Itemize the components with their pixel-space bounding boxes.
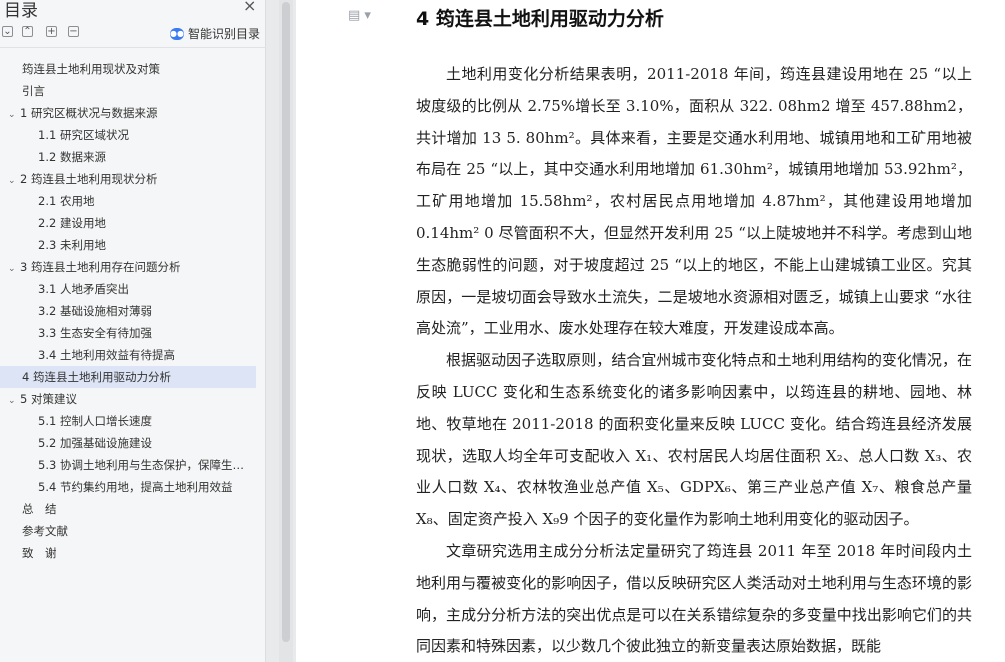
- scrollbar-thumb[interactable]: [282, 2, 290, 642]
- toc-item-label: 2.2 建设用地: [38, 216, 106, 230]
- toc-item[interactable]: 5.3 协调土地利用与生态保护，保障生态安全: [0, 454, 256, 476]
- collapse-all-icon[interactable]: ⌄: [2, 26, 13, 37]
- chevron-down-icon[interactable]: ⌄: [8, 258, 20, 278]
- toc-item[interactable]: 5.4 节约集约用地，提高土地利用效益: [0, 476, 256, 498]
- toc-item[interactable]: 3.4 土地利用效益有待提高: [0, 344, 256, 366]
- toc-item-label: 2 筠连县土地利用现状分析: [20, 172, 158, 186]
- smart-toc-button[interactable]: ●● 智能识别目录: [170, 25, 260, 42]
- chevron-down-icon[interactable]: ⌄: [8, 390, 20, 410]
- toc-sidebar: 目录 × ⌄ ⌃ + − ●● 智能识别目录 筠连县土地利用现状及对策 引言 ⌄ 1 …: [0, 0, 266, 662]
- paragraph: 文章研究选用主成分分析法定量研究了筠连县 2011 年至 2018 年时间段内土…: [416, 541, 972, 656]
- expand-all-icon[interactable]: ⌃: [22, 26, 33, 37]
- toc-item[interactable]: 3.2 基础设施相对薄弱: [0, 300, 256, 322]
- toc-item-label: 3.2 基础设施相对薄弱: [38, 304, 152, 318]
- toc-item-label: 1.2 数据来源: [38, 150, 106, 164]
- toc-item[interactable]: 致 谢: [0, 542, 256, 564]
- toc-toolbar: ⌄ ⌃ + − ●● 智能识别目录: [0, 24, 266, 44]
- toc-item[interactable]: 筠连县土地利用现状及对策: [0, 58, 256, 80]
- toc-item[interactable]: 1.2 数据来源: [0, 146, 256, 168]
- toc-item-label: 2.3 未利用地: [38, 238, 106, 252]
- toc-item[interactable]: 引言: [0, 80, 256, 102]
- toc-item-label: 5.3 协调土地利用与生态保护，保障生态安全: [38, 458, 256, 472]
- toc-item-label: 总 结: [22, 502, 57, 516]
- close-icon[interactable]: ×: [243, 0, 256, 15]
- toc-item-label: 致 谢: [22, 546, 57, 560]
- toc-item-label: 5.1 控制人口增长速度: [38, 414, 152, 428]
- toc-item-label: 3.4 土地利用效益有待提高: [38, 348, 175, 362]
- section-heading: 4 筠连县土地利用驱动力分析: [416, 8, 664, 30]
- toc-item-label: 1.1 研究区域状况: [38, 128, 129, 142]
- smart-toc-label: 智能识别目录: [188, 27, 261, 41]
- toc-item-label: 参考文献: [22, 524, 68, 538]
- toc-item-label: 1 研究区概状况与数据来源: [20, 106, 158, 120]
- toc-item[interactable]: 2.3 未利用地: [0, 234, 256, 256]
- toc-item[interactable]: 1.1 研究区域状况: [0, 124, 256, 146]
- paragraph: 根据驱动因子选取原则，结合宜州城市变化特点和土地利用结构的变化情况，在反映 LU…: [416, 351, 972, 529]
- toc-item[interactable]: 5.1 控制人口增长速度: [0, 410, 256, 432]
- toc-item[interactable]: 2.2 建设用地: [0, 212, 256, 234]
- divider: [0, 47, 266, 48]
- toc-item-label: 筠连县土地利用现状及对策: [22, 62, 160, 76]
- toc-item[interactable]: ⌄ 3 筠连县土地利用存在问题分析: [0, 256, 256, 278]
- toc-item-label: 3.1 人地矛盾突出: [38, 282, 129, 296]
- ai-icon: ●●: [170, 27, 184, 40]
- toc-item[interactable]: ⌄ 2 筠连县土地利用现状分析: [0, 168, 256, 190]
- toc-item-label: 4 筠连县土地利用驱动力分析: [22, 370, 171, 384]
- toc-item-label: 5.4 节约集约用地，提高土地利用效益: [38, 480, 233, 494]
- chevron-down-icon[interactable]: ⌄: [8, 170, 20, 190]
- toc-item[interactable]: ⌄ 5 对策建议: [0, 388, 256, 410]
- toc-item[interactable]: 5.2 加强基础设施建设: [0, 432, 256, 454]
- toc-item-label: 3.3 生态安全有待加强: [38, 326, 152, 340]
- document-page: ▤ ▾ 4 筠连县土地利用驱动力分析 土地利用变化分析结果表明，2011-201…: [296, 0, 1005, 662]
- add-heading-icon[interactable]: +: [46, 26, 57, 37]
- chevron-down-icon[interactable]: ⌄: [8, 104, 20, 124]
- toc-item[interactable]: 3.1 人地矛盾突出: [0, 278, 256, 300]
- toc-item-label: 5.2 加强基础设施建设: [38, 436, 152, 450]
- toc-item[interactable]: 4 筠连县土地利用驱动力分析: [0, 366, 256, 388]
- paragraph: 土地利用变化分析结果表明，2011-2018 年间，筠连县建设用地在 25 “以…: [416, 65, 972, 338]
- remove-heading-icon[interactable]: −: [68, 26, 79, 37]
- toc-item[interactable]: 参考文献: [0, 520, 256, 542]
- toc-item-label: 2.1 农用地: [38, 194, 95, 208]
- document-icon[interactable]: ▤ ▾: [348, 8, 371, 23]
- toc-item-label: 3 筠连县土地利用存在问题分析: [20, 260, 181, 274]
- toc-item-label: 引言: [22, 84, 45, 98]
- toc-item[interactable]: 2.1 农用地: [0, 190, 256, 212]
- toc-item[interactable]: 总 结: [0, 498, 256, 520]
- document-body: 土地利用变化分析结果表明，2011-2018 年间，筠连县建设用地在 25 “以…: [416, 59, 972, 662]
- toc-item[interactable]: ⌄ 1 研究区概状况与数据来源: [0, 102, 256, 124]
- toc-item-label: 5 对策建议: [20, 392, 77, 406]
- toc-title: 目录: [4, 1, 38, 21]
- toc-list: 筠连县土地利用现状及对策 引言 ⌄ 1 研究区概状况与数据来源 1.1 研究区域状况 1.…: [0, 58, 266, 564]
- toc-item[interactable]: 3.3 生态安全有待加强: [0, 322, 256, 344]
